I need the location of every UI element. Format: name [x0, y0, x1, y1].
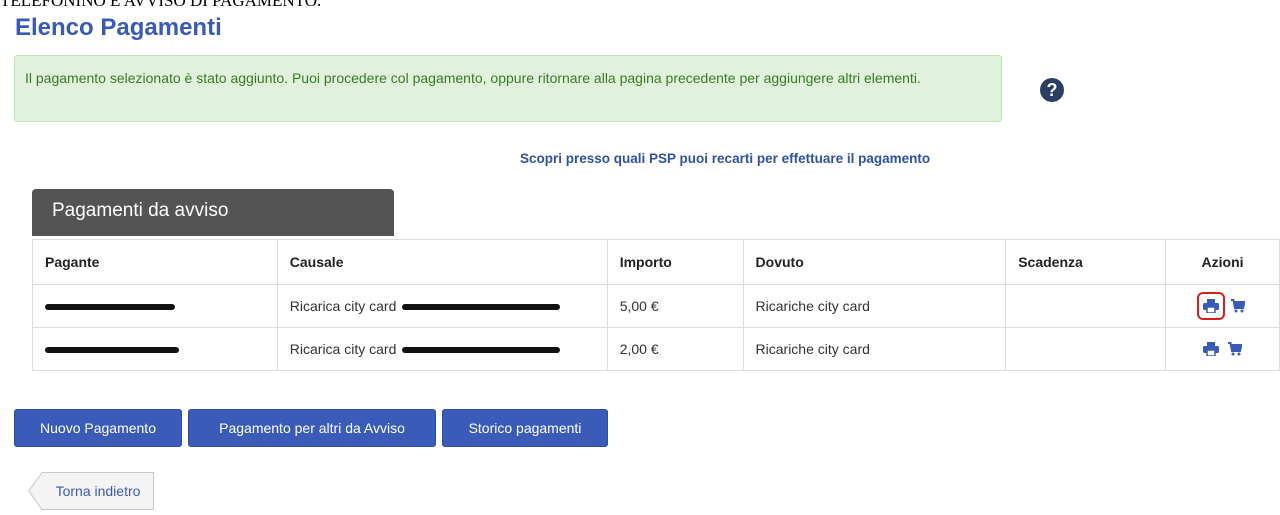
table-row: Ricarica city card 5,00 € Ricariche city…: [32, 284, 1280, 328]
table-header-row: Pagante Causale Importo Dovuto Scadenza …: [32, 239, 1280, 285]
cell-pagante: [32, 327, 278, 371]
table-row: Ricarica city card 2,00 € Ricariche city…: [32, 327, 1280, 371]
cell-importo: 2,00 €: [606, 327, 744, 371]
cell-pagante: [32, 284, 278, 328]
cell-dovuto: Ricariche city card: [742, 284, 1007, 328]
redacted-name: [45, 304, 175, 311]
alert-message: Il pagamento selezionato è stato aggiunt…: [25, 70, 921, 86]
back-button-label: Torna indietro: [55, 483, 141, 499]
payment-history-button[interactable]: Storico pagamenti: [442, 409, 608, 447]
cell-scadenza: [1005, 327, 1167, 371]
cell-scadenza: [1005, 284, 1167, 328]
redacted-code: [402, 347, 561, 354]
cell-dovuto: Ricariche city card: [742, 327, 1007, 371]
header-dovuto: Dovuto: [742, 239, 1007, 285]
question-circle-icon[interactable]: ?: [1040, 78, 1064, 102]
cell-causale: Ricarica city card: [276, 284, 608, 328]
psp-info-link[interactable]: Scopri presso quali PSP puoi recarti per…: [520, 151, 930, 166]
header-importo: Importo: [606, 239, 744, 285]
cell-azioni: [1165, 327, 1280, 371]
cell-importo: 5,00 €: [606, 284, 744, 328]
section-title: Pagamenti da avviso: [52, 200, 229, 221]
redacted-name: [45, 347, 179, 354]
cell-azioni: [1165, 284, 1280, 328]
cell-causale: Ricarica city card: [276, 327, 608, 371]
header-azioni: Azioni: [1165, 239, 1280, 285]
section-title-tab: Pagamenti da avviso: [32, 189, 394, 236]
header-pagante: Pagante: [32, 239, 278, 285]
print-icon[interactable]: [1202, 340, 1220, 358]
pay-for-others-button[interactable]: Pagamento per altri da Avviso: [188, 409, 436, 447]
cart-icon[interactable]: [1229, 297, 1247, 315]
header-causale: Causale: [276, 239, 608, 285]
header-scadenza: Scadenza: [1005, 239, 1167, 285]
redacted-code: [402, 304, 561, 311]
back-button[interactable]: Torna indietro: [28, 472, 154, 510]
new-payment-button[interactable]: Nuovo Pagamento: [14, 409, 182, 447]
page-title: Elenco Pagamenti: [15, 14, 222, 41]
print-icon[interactable]: [1196, 292, 1225, 320]
payments-table: Pagante Causale Importo Dovuto Scadenza …: [32, 239, 1280, 371]
success-alert: Il pagamento selezionato è stato aggiunt…: [14, 55, 1002, 122]
page-instruction-text: TELEFONINO E AVVISO DI PAGAMENTO.: [0, 0, 322, 10]
cart-icon[interactable]: [1226, 340, 1244, 358]
